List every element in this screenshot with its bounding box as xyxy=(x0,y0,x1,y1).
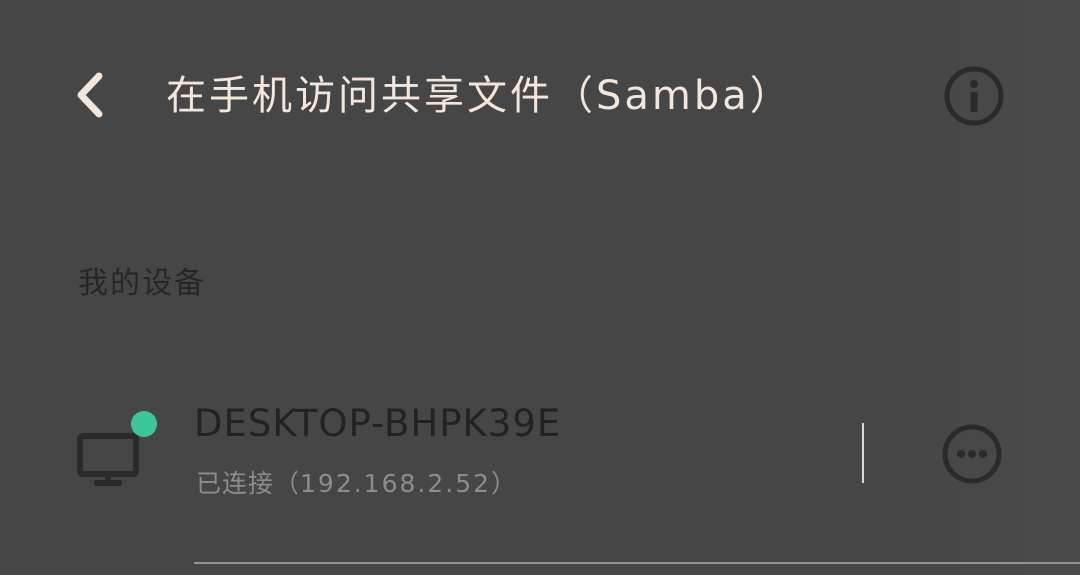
back-button[interactable] xyxy=(58,62,124,128)
vertical-divider xyxy=(862,423,864,483)
info-icon xyxy=(944,66,1004,126)
samba-screen: 在手机访问共享文件（Samba） 我的设备 DESKTOP-BHPK39E 已连… xyxy=(0,0,1080,575)
online-status-dot xyxy=(131,411,157,437)
section-label-my-devices: 我的设备 xyxy=(78,266,206,301)
monitor-icon xyxy=(76,432,140,488)
status-suffix: ） xyxy=(491,469,518,498)
chevron-left-icon xyxy=(77,72,103,118)
row-divider xyxy=(194,562,1080,564)
device-connection-status: 已连接（192.168.2.52） xyxy=(196,464,517,500)
device-list-item[interactable]: DESKTOP-BHPK39E 已连接（192.168.2.52） xyxy=(0,388,1080,528)
more-options-button[interactable] xyxy=(940,422,1004,486)
device-name: DESKTOP-BHPK39E xyxy=(194,402,562,445)
status-prefix: 已连接（ xyxy=(196,469,301,498)
page-title: 在手机访问共享文件（Samba） xyxy=(166,73,793,119)
more-options-icon xyxy=(942,424,1002,484)
info-button[interactable] xyxy=(940,62,1008,130)
device-ip-address: 192.168.2.52 xyxy=(300,469,492,498)
